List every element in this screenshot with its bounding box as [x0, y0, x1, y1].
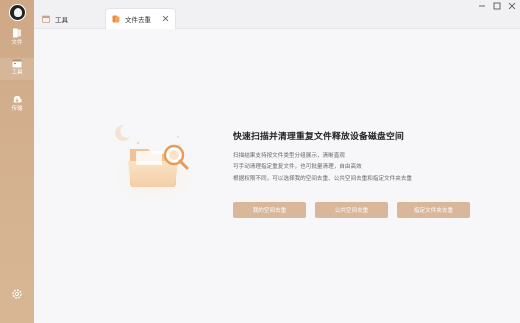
sidebar: 文件 工具 传输	[0, 0, 34, 323]
avatar[interactable]	[9, 4, 26, 21]
main-panel: 快速扫描并清理重复文件释放设备磁盘空间 扫描结果支持按文件类型分组展示，清晰直观…	[34, 29, 520, 323]
sidebar-item-label: 传输	[11, 106, 23, 112]
close-window-icon[interactable]	[508, 2, 516, 10]
folder-dedupe-button[interactable]: 指定文件夹去重	[397, 202, 470, 218]
action-buttons: 我的空间去重 公共空间去重 指定文件夹去重	[233, 202, 470, 218]
tab-label: 工具	[55, 15, 68, 24]
gear-icon[interactable]	[11, 288, 23, 300]
folder-search-illustration	[106, 124, 202, 203]
tab-file-dedupe[interactable]: 文件去重	[105, 8, 176, 29]
description-line: 扫描结果支持按文件类型分组展示，清晰直观	[233, 153, 345, 159]
transfer-icon	[13, 95, 22, 103]
sidebar-item-label: 工具	[11, 70, 23, 76]
tab-bar: 工具 文件去重	[34, 0, 520, 29]
dedupe-tab-icon	[112, 15, 120, 23]
toolbox-icon	[12, 59, 22, 68]
description-line: 根据权限不同，可以选择我的空间去重、公共空间去重和指定文件夹去重	[233, 175, 413, 182]
close-icon[interactable]	[162, 15, 169, 22]
description-line: 可手动清理指定重复文件，也可批量清理，自由高效	[233, 164, 362, 171]
sidebar-item-label: 文件	[11, 40, 23, 46]
toolbox-tab-icon	[42, 15, 50, 23]
page-title: 快速扫描并清理重复文件释放设备磁盘空间	[233, 132, 404, 142]
tab-label: 文件去重	[125, 16, 151, 24]
public-space-dedupe-button[interactable]: 公共空间去重	[315, 202, 388, 218]
maximize-icon[interactable]	[493, 2, 501, 10]
intro-content: 快速扫描并清理重复文件释放设备磁盘空间 扫描结果支持按文件类型分组展示，清晰直观…	[233, 129, 493, 185]
my-space-dedupe-button[interactable]: 我的空间去重	[233, 202, 306, 218]
sidebar-item-tools[interactable]: 工具	[0, 58, 34, 80]
file-icon	[13, 28, 21, 38]
sidebar-item-files[interactable]: 文件	[0, 28, 34, 50]
description: 扫描结果支持按文件类型分组展示，清晰直观 可手动清理指定重复文件，也可批量清理，…	[233, 151, 493, 185]
tab-tools[interactable]: 工具	[40, 8, 106, 29]
window-controls	[478, 2, 516, 10]
minimize-icon[interactable]	[478, 2, 486, 10]
sidebar-item-transfer[interactable]: 传输	[0, 94, 34, 116]
